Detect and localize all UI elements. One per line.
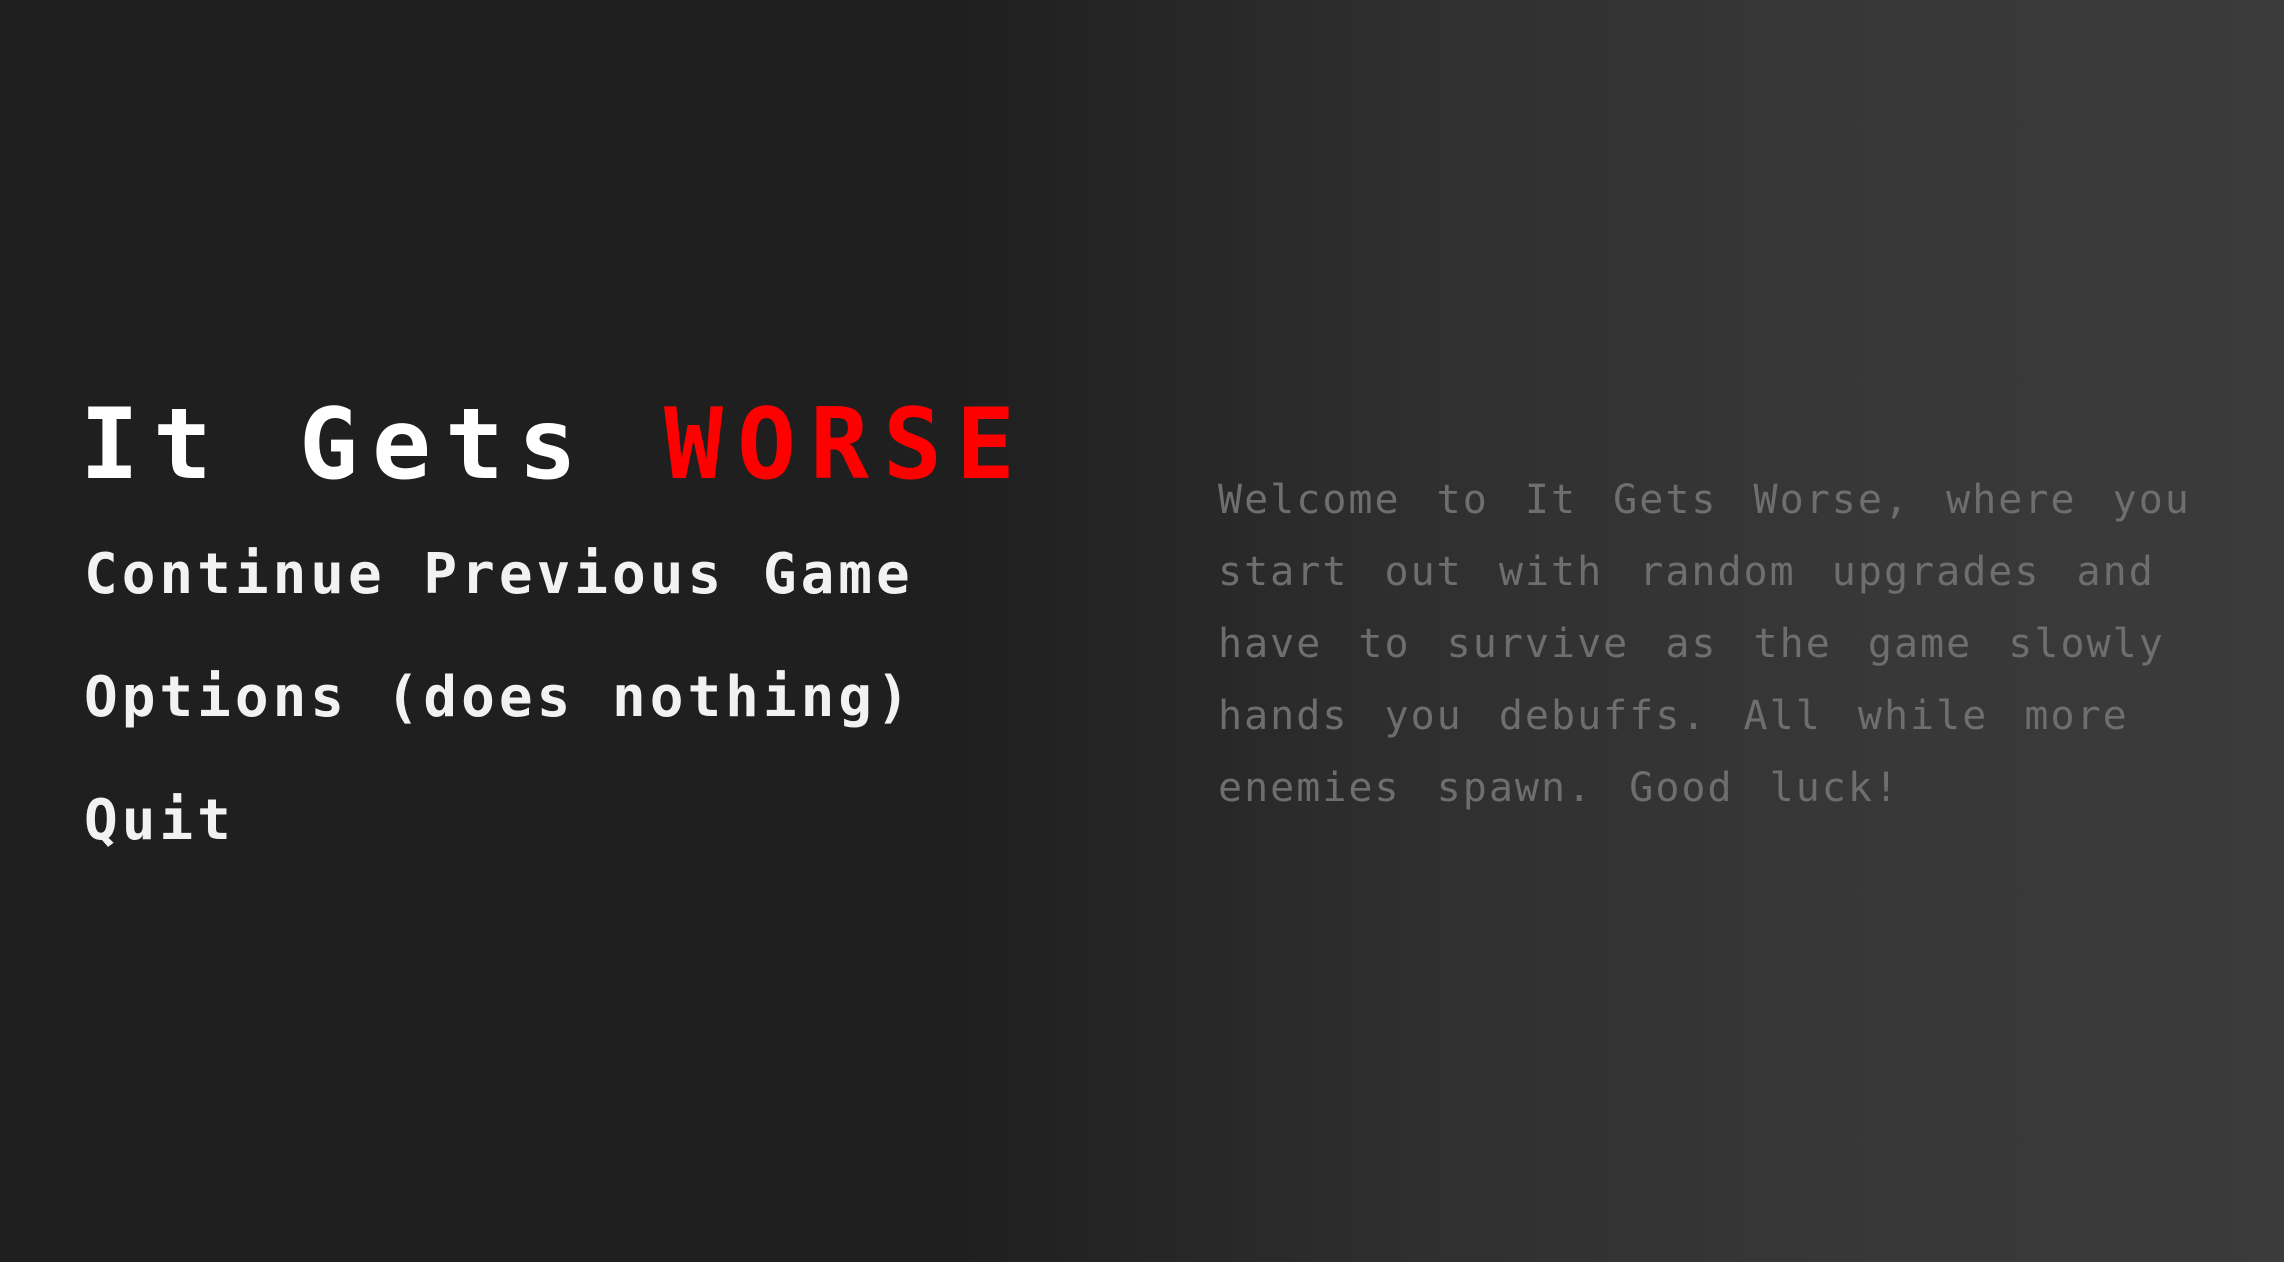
options-button[interactable]: Options (does nothing) bbox=[84, 666, 1080, 730]
continue-game-button[interactable]: Continue Previous Game bbox=[84, 543, 1080, 607]
game-title: It Gets WORSE bbox=[80, 395, 1080, 495]
game-title-accent: WORSE bbox=[664, 388, 1030, 502]
main-menu: It Gets WORSE Continue Previous Game Opt… bbox=[80, 395, 1080, 912]
game-title-main: It Gets bbox=[80, 388, 592, 502]
quit-button[interactable]: Quit bbox=[84, 789, 1080, 853]
game-description: Welcome to It Gets Worse, where you star… bbox=[1218, 477, 2191, 811]
